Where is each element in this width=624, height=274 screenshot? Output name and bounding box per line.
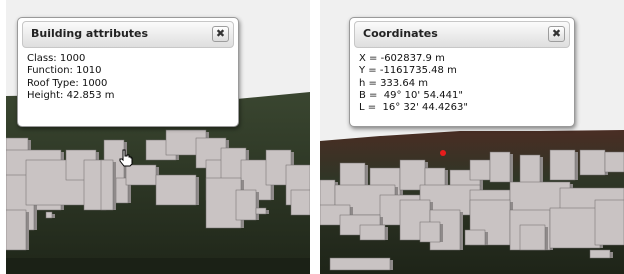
attribute-class: Class: 1000: [27, 53, 86, 64]
popup-title: Coordinates: [363, 27, 438, 40]
popup-header: Coordinates ✖: [354, 21, 570, 48]
coordinate-list: X = -602837.9 m Y = -1161735.48 m h = 33…: [350, 48, 574, 114]
popup-title: Building attributes: [31, 27, 149, 40]
coordinate-x: X = -602837.9 m: [359, 53, 445, 64]
close-icon[interactable]: ✖: [212, 26, 229, 42]
close-icon[interactable]: ✖: [548, 26, 565, 42]
coordinate-h: h = 333.64 m: [359, 77, 428, 89]
coordinate-b: B = 49° 10' 54.441": [359, 89, 463, 101]
selected-point-marker: [440, 150, 446, 156]
coordinate-l: L = 16° 32' 44.4263": [359, 102, 468, 114]
attribute-list: Class: 1000 Function: 1010 Roof Type: 10…: [18, 48, 238, 102]
coordinates-popup: Coordinates ✖ X = -602837.9 m Y = -11617…: [349, 17, 575, 127]
popup-header: Building attributes ✖: [22, 21, 234, 48]
attribute-function: Function: 1010: [27, 65, 102, 77]
coordinate-y: Y = -1161735.48 m: [359, 65, 457, 77]
attribute-roof-type: Roof Type: 1000: [27, 77, 108, 89]
attribute-height: Height: 42.853 m: [27, 89, 115, 101]
building-attributes-popup: Building attributes ✖ Class: 1000 Functi…: [17, 17, 239, 127]
